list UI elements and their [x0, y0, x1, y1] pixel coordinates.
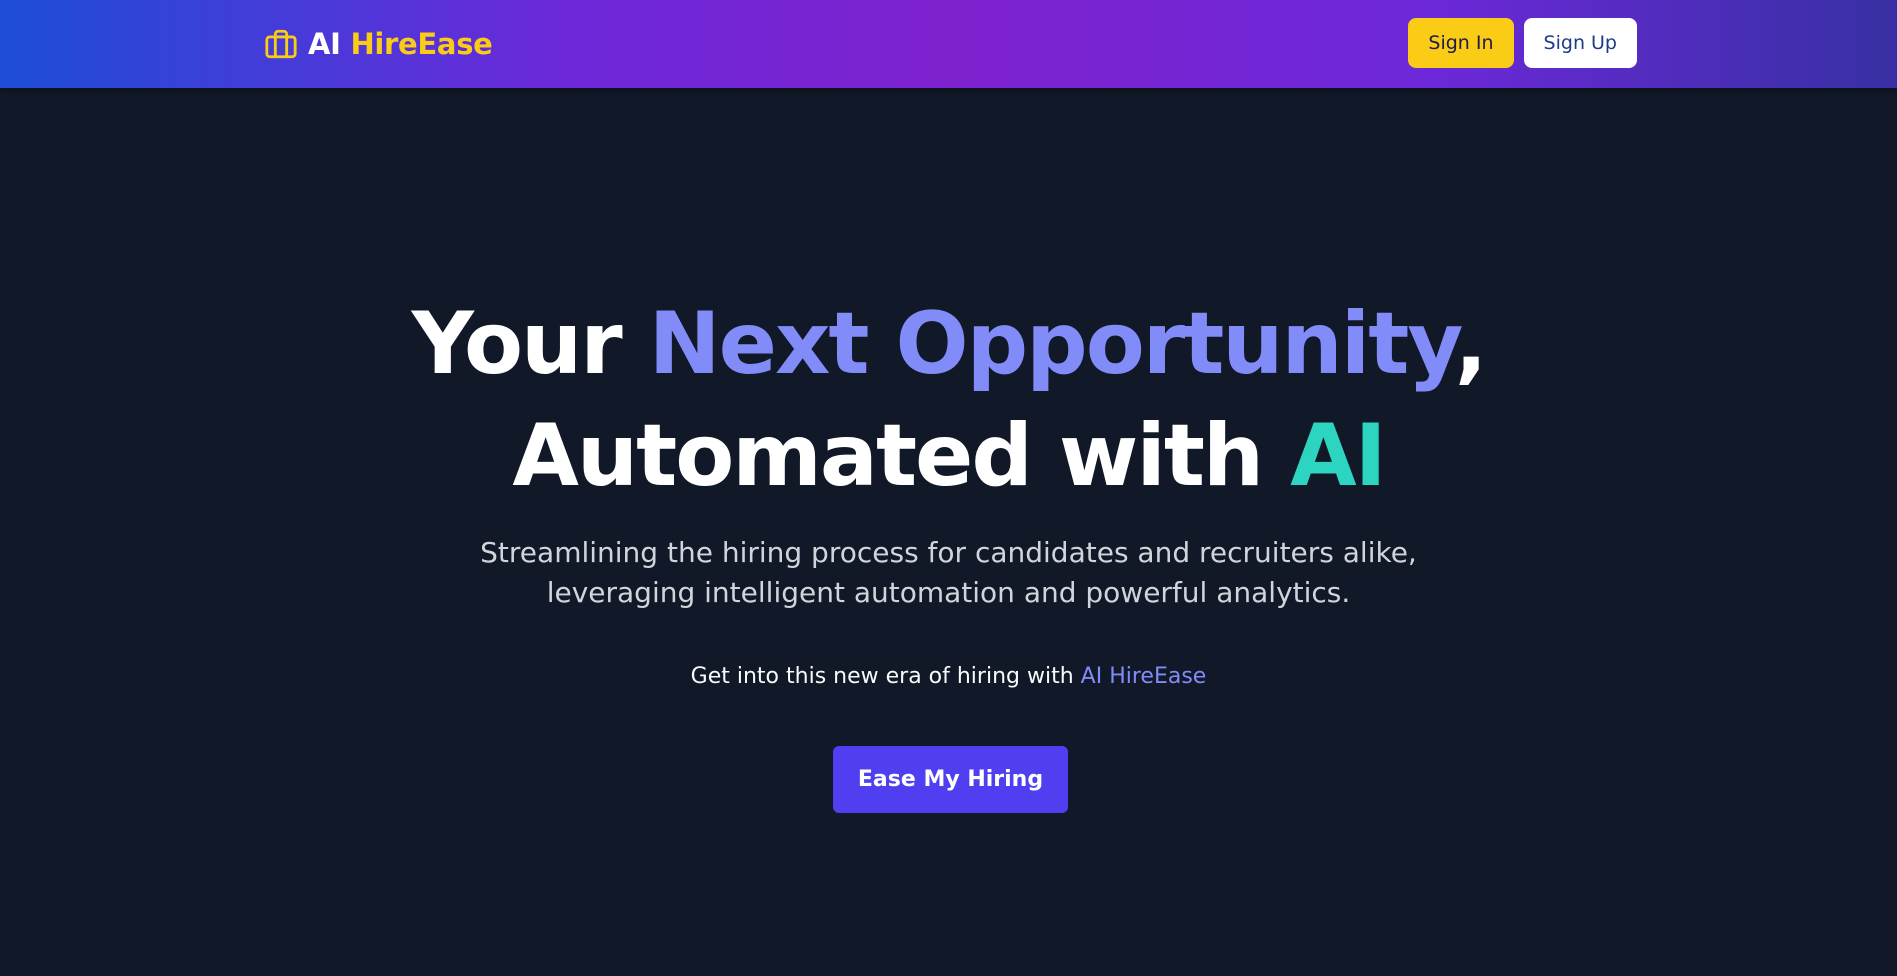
hero-subtitle: Streamlining the hiring process for cand…	[0, 533, 1897, 613]
subtitle-line2: leveraging intelligent automation and po…	[546, 576, 1351, 609]
brand-hireease-text: HireEase	[350, 27, 493, 61]
hero-title: Your Next Opportunity, Automated with AI	[0, 288, 1897, 512]
auth-buttons: Sign In Sign Up	[1408, 18, 1637, 68]
sign-up-button[interactable]: Sign Up	[1523, 18, 1637, 68]
title-line1-prefix: Your	[411, 294, 649, 394]
subtitle-line1: Streamlining the hiring process for cand…	[480, 536, 1417, 569]
title-line1-suffix: ,	[1454, 294, 1488, 394]
title-line2: Automated with AI	[512, 406, 1387, 506]
ease-my-hiring-button[interactable]: Ease My Hiring	[833, 746, 1068, 813]
brand-name: AI HireEase	[308, 27, 493, 61]
top-navbar: AI HireEase Sign In Sign Up	[0, 0, 1897, 88]
hero-era-text: Get into this new era of hiring with AI …	[0, 664, 1897, 689]
era-text: Get into this new era of hiring with	[690, 664, 1081, 689]
title-line1: Your Next Opportunity,	[411, 294, 1488, 394]
brand-logo-link[interactable]: AI HireEase	[264, 24, 493, 64]
briefcase-icon	[265, 29, 297, 59]
title-line2-prefix: Automated with	[512, 406, 1291, 506]
title-highlight-next-opportunity: Next Opportunity	[648, 294, 1457, 394]
brand-ai-text: AI	[308, 27, 341, 61]
era-brand: AI HireEase	[1080, 664, 1207, 689]
title-highlight-ai: AI	[1290, 406, 1387, 506]
sign-in-button[interactable]: Sign In	[1408, 18, 1514, 68]
